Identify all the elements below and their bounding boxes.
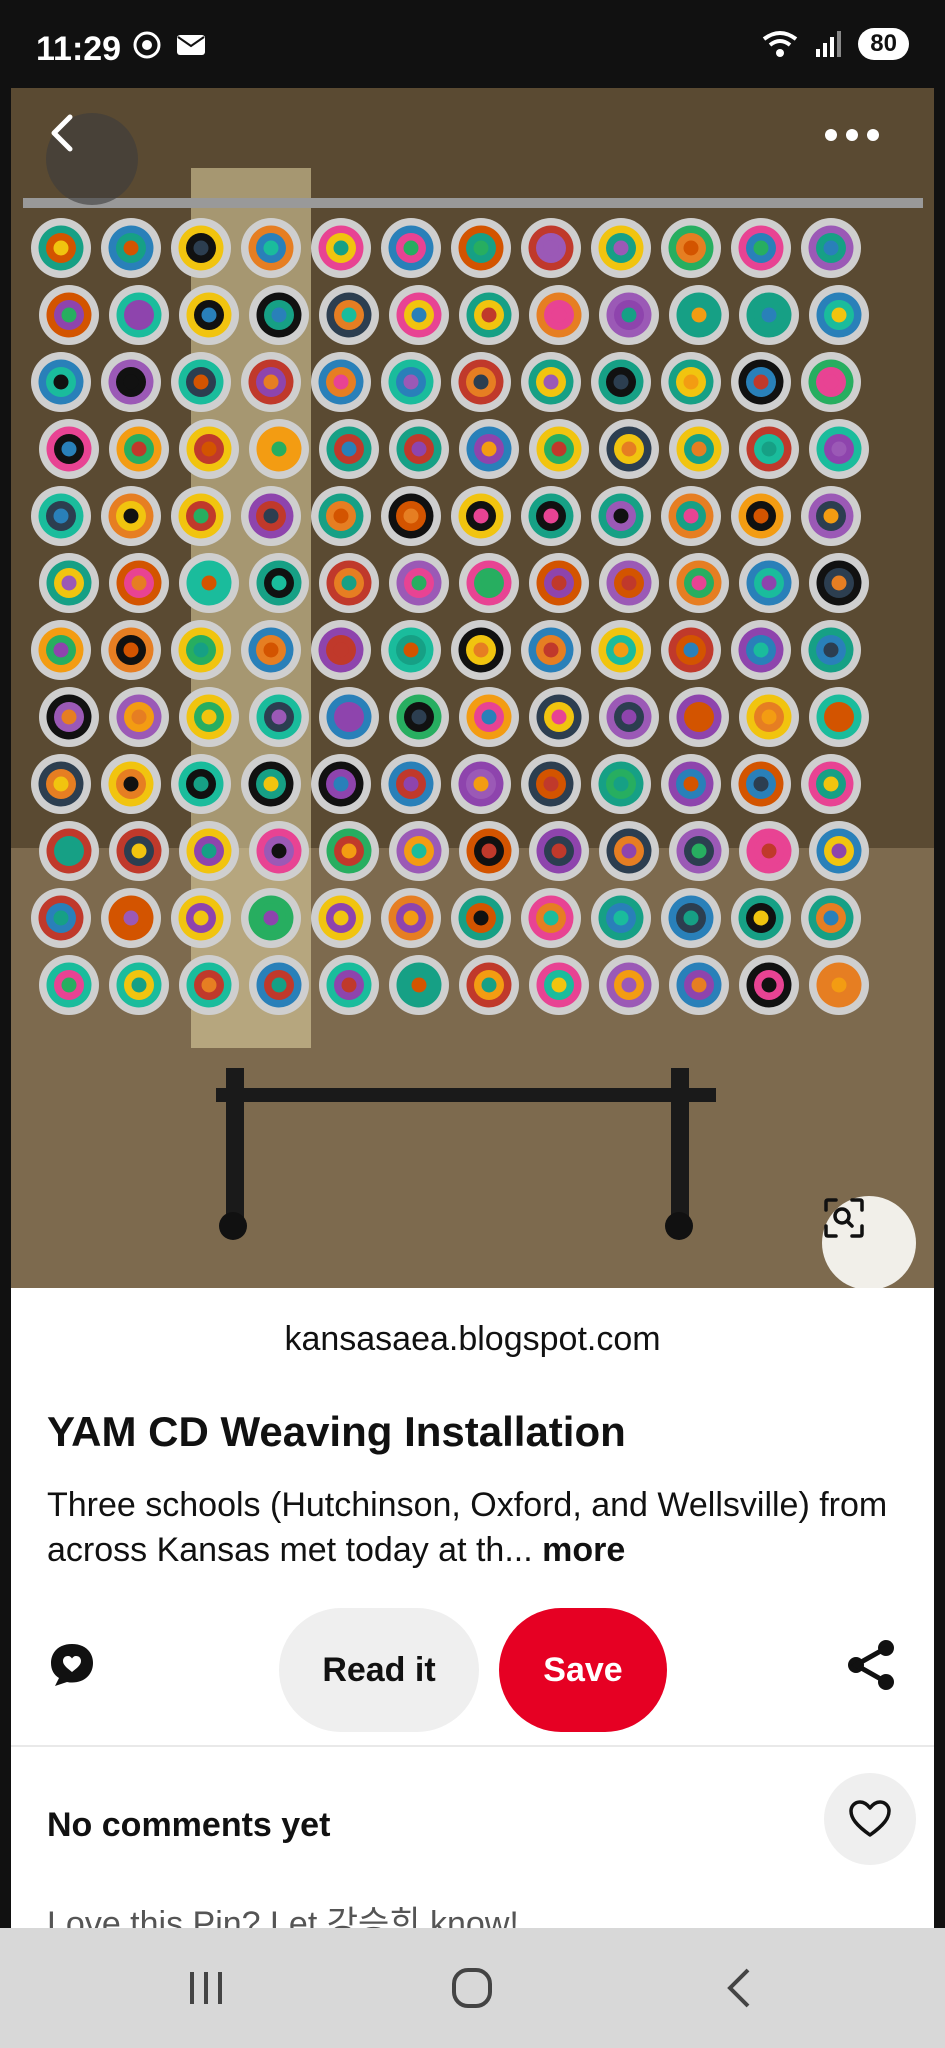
pin-image[interactable]: [11, 88, 934, 1288]
home-icon: [452, 1968, 492, 2008]
pin-description: Three schools (Hutchinson, Oxford, and W…: [47, 1483, 907, 1573]
more-link[interactable]: more: [542, 1531, 625, 1569]
pin-description-text: Three schools (Hutchinson, Oxford, and W…: [47, 1486, 888, 1569]
system-nav-bar: [0, 1928, 945, 2048]
wifi-icon: [763, 31, 798, 57]
home-button[interactable]: [442, 1958, 502, 2018]
react-button[interactable]: [824, 1773, 916, 1865]
recent-apps-icon: [190, 1972, 222, 2004]
visual-search-button[interactable]: [822, 1196, 916, 1288]
pin-actions: Read it Save: [11, 1598, 934, 1732]
back-nav-button[interactable]: [708, 1958, 768, 2018]
more-dots-icon: [825, 129, 879, 141]
comments-heading: No comments yet: [47, 1806, 331, 1844]
back-nav-icon: [727, 1968, 750, 2008]
share-button[interactable]: [844, 1638, 898, 1692]
mail-icon: [177, 35, 205, 55]
recent-apps-button[interactable]: [176, 1958, 236, 2018]
comment-icon: [51, 1644, 93, 1686]
comment-button[interactable]: [47, 1640, 97, 1690]
status-notification-icons: [132, 30, 206, 60]
share-icon: [848, 1640, 894, 1690]
pin-source-link[interactable]: kansasaea.blogspot.com: [11, 1320, 934, 1359]
back-button[interactable]: [46, 113, 138, 205]
heart-icon: [849, 1800, 891, 1837]
save-button[interactable]: Save: [499, 1608, 667, 1732]
whatsapp-icon: [133, 31, 161, 59]
more-options-button[interactable]: [824, 128, 904, 188]
pin-title: YAM CD Weaving Installation: [47, 1408, 626, 1455]
status-time: 11:29: [36, 30, 122, 68]
signal-icon: [816, 31, 842, 57]
read-it-button[interactable]: Read it: [279, 1608, 479, 1732]
cd-weaving-illustration: [11, 88, 934, 1288]
pin-card: kansasaea.blogspot.com YAM CD Weaving In…: [11, 88, 934, 1988]
status-bar: 11:29 80: [0, 0, 945, 88]
status-system-icons: 80: [760, 28, 909, 60]
battery-level: 80: [858, 28, 909, 60]
section-divider: [11, 1745, 934, 1747]
back-arrow-icon: [51, 114, 73, 152]
visual-search-icon: [824, 1198, 864, 1238]
